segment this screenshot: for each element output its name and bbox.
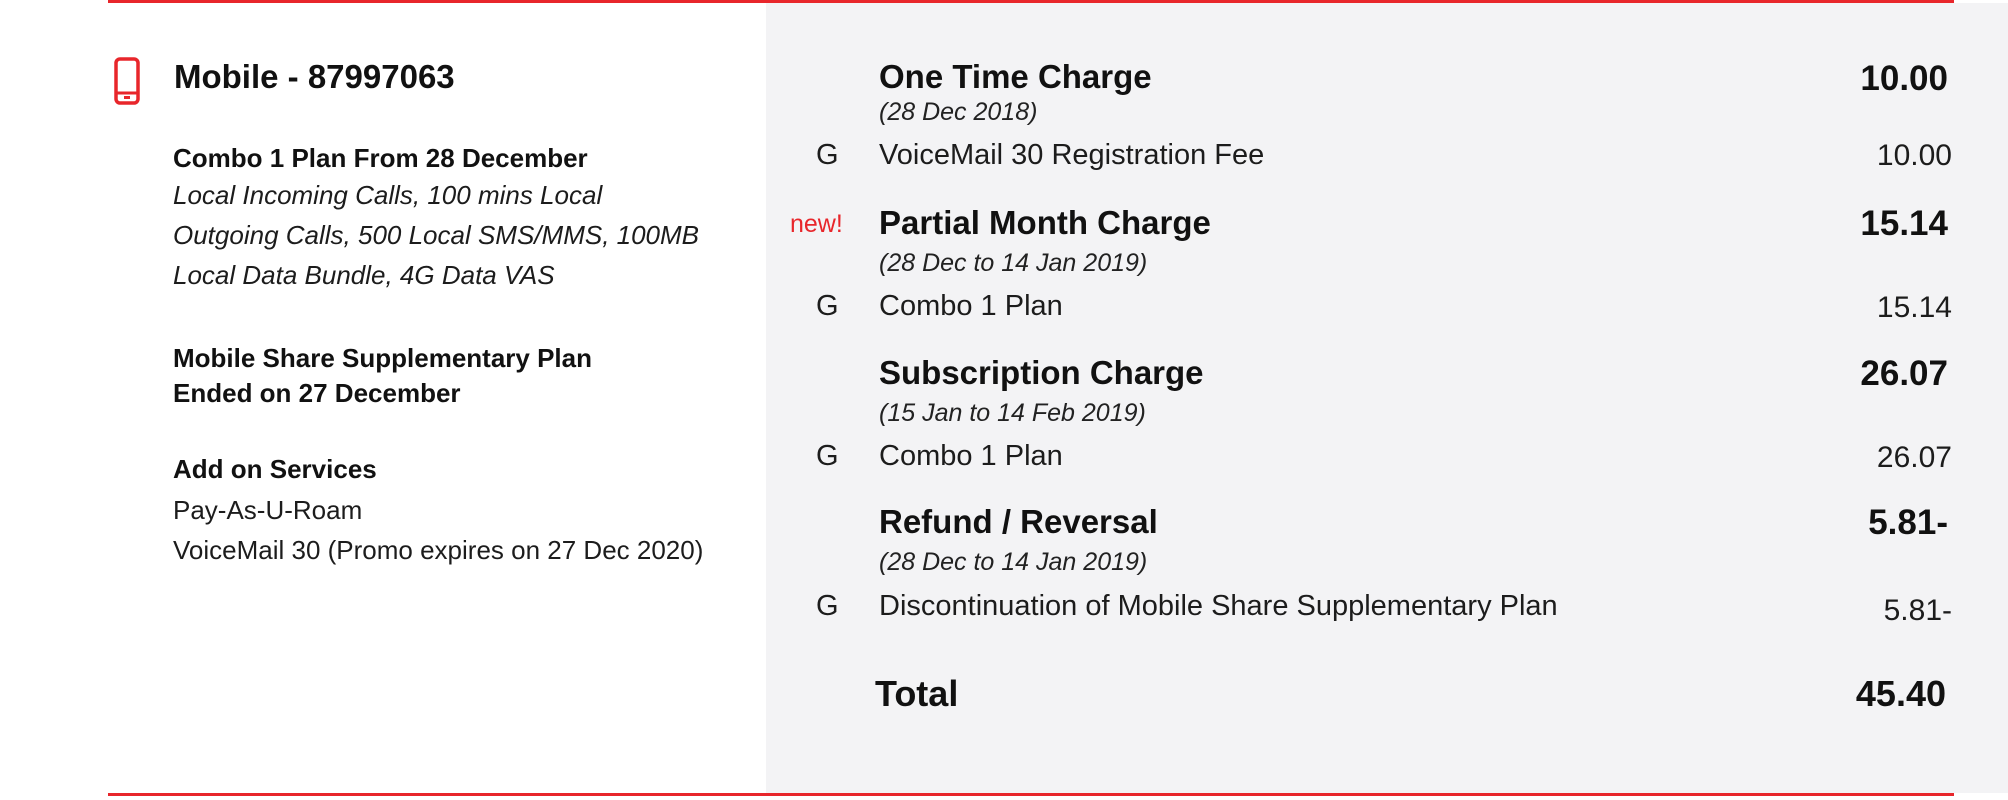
item-amount: 15.14 [1876,291,1952,324]
item-amount: 26.07 [1876,441,1952,474]
charge-heading: Partial Month Charge [879,204,1211,241]
charge-period: (28 Dec to 14 Jan 2019) [879,249,1148,277]
charge-period: (28 Dec to 14 Jan 2019) [879,548,1148,576]
plan-description-line: Local Data Bundle, 4G Data VAS [173,260,555,290]
charge-period: (28 Dec 2018) [879,98,1038,126]
charge-item: VoiceMail 30 Registration Fee [879,139,1265,171]
plan-name: Combo 1 Plan From 28 December [173,143,588,173]
item-amount: 10.00 [1876,139,1952,172]
plan-description: Local Incoming Calls, 100 mins Local Out… [173,175,753,295]
addon-item: VoiceMail 30 (Promo expires on 27 Dec 20… [173,535,704,565]
charge-heading: Subscription Charge [879,354,1204,391]
plan-description-line: Local Incoming Calls, 100 mins Local [173,180,603,210]
charge-item: Combo 1 Plan [879,440,1063,472]
item-code: G [816,590,839,622]
charge-subtotal: 15.14 [1860,204,1948,243]
charge-subtotal: 10.00 [1860,59,1948,98]
charge-period: (15 Jan to 14 Feb 2019) [879,399,1146,427]
item-amount: 5.81- [1883,594,1952,627]
plan-description-line: Outgoing Calls, 500 Local SMS/MMS, 100MB [173,220,700,250]
total-amount: 45.40 [1855,673,1946,714]
addons-title: Add on Services [173,454,377,484]
supplementary-plan-status: Ended on 27 December [173,378,461,408]
charge-heading: One Time Charge [879,58,1152,95]
charge-item: Discontinuation of Mobile Share Suppleme… [879,590,1558,622]
charge-heading: Refund / Reversal [879,503,1158,540]
item-code: G [816,139,839,171]
new-badge: new! [790,210,843,238]
item-code: G [816,290,839,322]
mobile-phone-icon [114,57,140,105]
charge-item: Combo 1 Plan [879,290,1063,322]
supplementary-plan-title: Mobile Share Supplementary Plan [173,343,592,373]
bottom-divider [108,793,1954,796]
addon-item: Pay-As-U-Roam [173,495,363,525]
charge-subtotal: 5.81- [1868,503,1948,542]
item-code: G [816,440,839,472]
total-label: Total [875,673,959,714]
mobile-number-title: Mobile - 87997063 [174,58,455,95]
charge-subtotal: 26.07 [1860,354,1948,393]
